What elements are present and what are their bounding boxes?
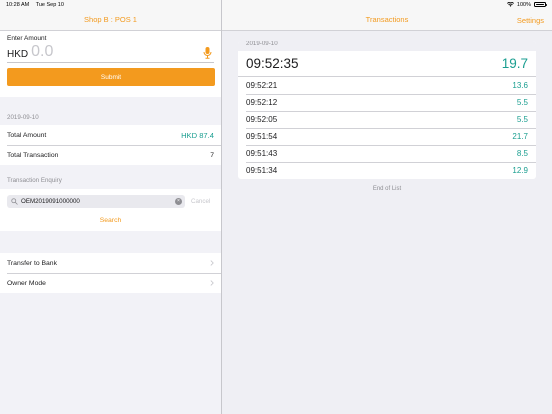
- battery-percent: 100%: [516, 1, 531, 8]
- transaction-amount: 5.5: [516, 115, 528, 124]
- transaction-row[interactable]: 09:51:54 21.7: [238, 128, 536, 145]
- status-time: 10:28 AM: [6, 1, 30, 8]
- search-value: OEM2019091000000: [21, 198, 80, 205]
- settings-button[interactable]: Settings: [517, 9, 544, 31]
- enquiry-title: Transaction Enquiry: [7, 177, 62, 184]
- transaction-time: 09:52:12: [246, 98, 278, 107]
- amount-field[interactable]: HKD 0.0: [7, 43, 214, 63]
- transaction-row[interactable]: 09:52:21 13.6: [238, 77, 536, 94]
- summary-date: 2019-09-10: [7, 114, 39, 121]
- status-right: 100%: [506, 1, 547, 8]
- search-input[interactable]: OEM2019091000000 ×: [7, 195, 185, 208]
- status-date: Tue Sep 10: [35, 1, 64, 8]
- transaction-time: 09:52:35: [246, 56, 299, 71]
- transaction-amount: 8.5: [516, 149, 528, 158]
- transaction-time: 09:51:43: [246, 149, 278, 158]
- end-of-list-label: End of List: [372, 186, 402, 192]
- status-left: 10:28 AM Tue Sep 10: [6, 2, 69, 8]
- amount-card: Enter Amount HKD 0.0 Submit: [0, 31, 221, 97]
- menu-item-label: Owner Mode: [7, 279, 46, 287]
- transaction-row[interactable]: 09:51:34 12.9: [238, 162, 536, 179]
- transaction-row-latest[interactable]: 09:52:35 19.7: [238, 51, 536, 77]
- transaction-date: 2019-09-10: [238, 41, 536, 51]
- transaction-amount: 21.7: [512, 132, 528, 141]
- transaction-time: 09:51:34: [246, 166, 278, 175]
- microphone-icon[interactable]: [203, 47, 212, 59]
- total-transaction-value: 7: [210, 151, 214, 159]
- battery-icon: [534, 2, 547, 7]
- transaction-amount: 13.6: [512, 81, 528, 90]
- amount-input[interactable]: 0.0: [31, 43, 53, 62]
- transaction-row[interactable]: 09:52:12 5.5: [238, 94, 536, 111]
- chevron-right-icon: [210, 260, 214, 266]
- currency-label: HKD: [7, 49, 29, 60]
- total-amount-row: Total Amount HKD 87.4: [0, 125, 221, 145]
- menu-item-label: Transfer to Bank: [7, 259, 57, 267]
- transactions-title: Transactions: [365, 15, 409, 24]
- wifi-icon: [506, 2, 514, 7]
- enter-amount-label: Enter Amount: [7, 35, 47, 42]
- enquiry-card: OEM2019091000000 × Cancel Search: [0, 189, 221, 231]
- transaction-amount: 12.9: [512, 166, 528, 175]
- transaction-rows: 09:52:21 13.6 09:52:12 5.5 09:52:05 5.5 …: [238, 77, 536, 179]
- transaction-row[interactable]: 09:52:05 5.5: [238, 111, 536, 128]
- transaction-time: 09:51:54: [246, 132, 278, 141]
- total-amount-label: Total Amount: [7, 131, 47, 139]
- menu-list: Transfer to Bank Owner Mode: [0, 253, 221, 293]
- transaction-time: 09:52:21: [246, 81, 278, 90]
- total-amount-value: HKD 87.4: [181, 130, 214, 140]
- transaction-enquiry: Transaction Enquiry OEM2019091000000 × C…: [0, 165, 221, 231]
- transaction-row[interactable]: 09:51:43 8.5: [238, 145, 536, 162]
- right-pane: Transactions Settings 2019-09-10 09:52:3…: [222, 0, 552, 414]
- submit-button[interactable]: Submit: [7, 68, 215, 86]
- left-pane: Shop B : POS 1 Enter Amount HKD 0.0 Subm…: [0, 0, 221, 414]
- transaction-time: 09:52:05: [246, 115, 278, 124]
- cancel-button[interactable]: Cancel: [191, 198, 210, 205]
- status-bar: 10:28 AM Tue Sep 10 100%: [0, 0, 552, 9]
- summary-list: Total Amount HKD 87.4 Total Transaction …: [0, 125, 221, 165]
- clear-icon[interactable]: ×: [175, 198, 182, 205]
- transaction-amount: 19.7: [501, 56, 528, 71]
- search-row: OEM2019091000000 × Cancel: [7, 195, 214, 208]
- shop-title: Shop B : POS 1: [84, 15, 137, 24]
- menu-item-owner-mode[interactable]: Owner Mode: [0, 273, 221, 293]
- menu-item-transfer-to-bank[interactable]: Transfer to Bank: [0, 253, 221, 273]
- search-button[interactable]: Search: [7, 217, 214, 224]
- total-transaction-label: Total Transaction: [7, 151, 59, 159]
- transaction-amount: 5.5: [516, 98, 528, 107]
- transaction-list: 2019-09-10 09:52:35 19.7 09:52:21 13.6 0…: [238, 41, 536, 179]
- chevron-right-icon: [210, 280, 214, 286]
- total-transaction-row: Total Transaction 7: [0, 145, 221, 165]
- magnifier-icon: [11, 198, 18, 205]
